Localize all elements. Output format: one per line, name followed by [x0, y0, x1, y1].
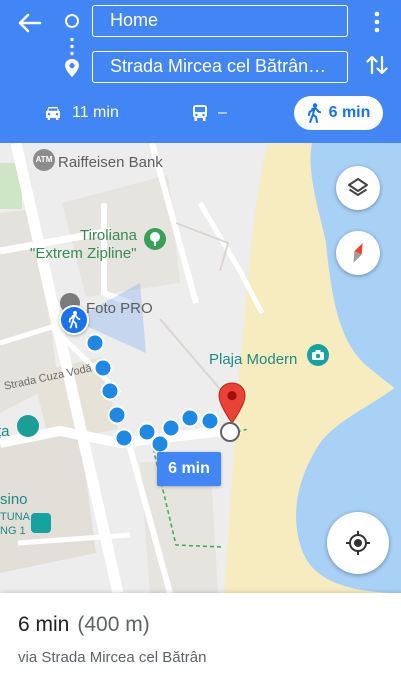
- destination-field[interactable]: Strada Mircea cel Bătrân…: [92, 51, 348, 83]
- crosshair-icon: [346, 531, 370, 555]
- poi-tiroliana-line2[interactable]: "Extrem Zipline": [30, 245, 137, 262]
- poi-raiffeisen-bank[interactable]: Raiffeisen Bank: [58, 154, 163, 171]
- poi-tiroliana-line1[interactable]: Tiroliana: [80, 227, 137, 244]
- car-icon: [46, 107, 60, 120]
- user-location-walk-icon: [59, 305, 89, 335]
- origin-circle-icon: [65, 14, 79, 28]
- walk-icon: [307, 103, 321, 123]
- route-distance: (400 m): [77, 613, 150, 636]
- compass-icon: [353, 243, 363, 263]
- origin-field[interactable]: Home: [92, 5, 348, 37]
- casino-marker-icon[interactable]: [31, 513, 51, 533]
- bus-icon: [193, 105, 207, 121]
- back-arrow-icon[interactable]: [14, 8, 46, 38]
- swap-icon[interactable]: [364, 52, 390, 78]
- transit-time: –: [218, 104, 227, 121]
- more-options-icon[interactable]: [368, 10, 386, 34]
- my-location-button[interactable]: [327, 512, 389, 574]
- route-summary-sheet[interactable]: 6 min (400 m) via Strada Mircea cel Bătrâ…: [0, 593, 401, 683]
- poi-plaja-modern[interactable]: Plaja Modern: [209, 351, 297, 368]
- route-indicator: [62, 12, 82, 82]
- mode-walk-button[interactable]: 6 min: [294, 96, 383, 130]
- tree-marker-icon[interactable]: [144, 228, 166, 250]
- route-summary-title: 6 min (400 m): [18, 613, 150, 637]
- map-view[interactable]: ATM Raiffeisen Bank Tiroliana "Extrem Zi…: [0, 143, 401, 593]
- route-via-text: via Strada Mircea cel Bătrân: [18, 649, 207, 666]
- compass-button[interactable]: [336, 231, 380, 275]
- layers-icon: [348, 178, 368, 196]
- atm-label: ATM: [35, 155, 53, 164]
- poi-casino-line2: TUNA: [0, 511, 30, 523]
- poi-casino-line3: NG 1: [0, 525, 26, 537]
- mode-drive-button[interactable]: 11 min: [44, 96, 119, 130]
- route-dots-icon: [70, 36, 74, 56]
- layers-button[interactable]: [336, 166, 380, 210]
- atm-marker-icon[interactable]: ATM: [33, 149, 55, 171]
- poi-left-cut-label[interactable]: ța: [0, 423, 10, 440]
- poi-casino-label[interactable]: sino: [0, 491, 28, 508]
- directions-header: Home Strada Mircea cel Bătrân… 11 min – …: [0, 0, 401, 143]
- poi-foto-pro[interactable]: Foto PRO: [86, 300, 153, 317]
- walk-time: 6 min: [328, 104, 371, 121]
- drive-time: 11 min: [72, 104, 119, 121]
- destination-pin-icon: [63, 58, 81, 78]
- destination-marker[interactable]: [215, 381, 249, 443]
- mode-transit-button[interactable]: –: [192, 96, 227, 130]
- museum-marker-icon[interactable]: [17, 415, 39, 437]
- route-time: 6 min: [18, 613, 70, 636]
- camera-marker-icon[interactable]: [307, 344, 329, 366]
- route-duration-chip[interactable]: 6 min: [157, 452, 221, 486]
